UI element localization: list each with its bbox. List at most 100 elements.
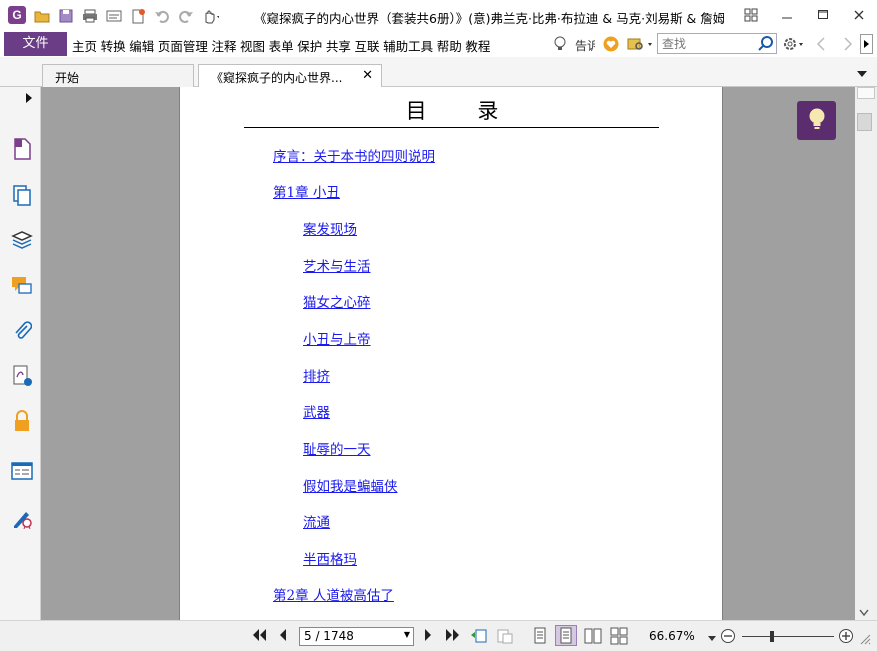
window-title: 《窥探疯子的内心世界（套装共6册）》(意)弗兰克·比弗·布拉迪 & 马克·刘易斯… <box>254 11 724 26</box>
file-menu-button[interactable]: 文件 <box>4 32 67 56</box>
pages-icon[interactable] <box>10 184 34 208</box>
menu-convert[interactable]: 转换 <box>101 36 130 55</box>
previous-view-icon[interactable] <box>470 627 488 649</box>
menu-page-management[interactable]: 页面管理 <box>158 36 212 55</box>
quick-access-toolbar <box>33 7 219 25</box>
toc-divider <box>244 127 659 128</box>
undo-icon[interactable] <box>153 7 171 25</box>
last-page-icon[interactable] <box>444 628 460 646</box>
previous-page-icon[interactable] <box>278 628 288 646</box>
panel-expand-icon[interactable] <box>26 93 32 106</box>
menu-view[interactable]: 视图 <box>240 36 269 55</box>
comments-icon[interactable] <box>10 274 34 298</box>
tab-document[interactable]: 《窥探疯子的内心世界... ✕ <box>198 64 382 87</box>
zoom-in-icon[interactable] <box>838 628 854 648</box>
search-input[interactable] <box>658 34 758 53</box>
zoom-out-icon[interactable] <box>720 628 736 648</box>
menu-comment[interactable]: 注释 <box>211 36 240 55</box>
first-page-icon[interactable] <box>252 628 268 646</box>
open-folder-icon[interactable] <box>33 7 51 25</box>
scroll-down-icon[interactable] <box>859 609 869 620</box>
document-tabs: 开始 《窥探疯子的内心世界... ✕ <box>0 57 877 87</box>
zoom-slider-thumb[interactable] <box>770 631 774 642</box>
toc-link[interactable]: 半西格玛 <box>303 548 357 568</box>
menu-edit[interactable]: 编辑 <box>129 36 158 55</box>
attachment-icon[interactable] <box>10 319 34 343</box>
continuous-facing-view-icon[interactable] <box>610 627 628 649</box>
toc-link[interactable]: 案发现场 <box>303 218 357 238</box>
close-icon[interactable] <box>841 0 877 30</box>
nav-back-icon[interactable] <box>815 37 827 54</box>
tab-start-label: 开始 <box>55 71 80 85</box>
nav-forward-icon[interactable] <box>842 37 854 54</box>
layout-grid-icon[interactable] <box>733 0 769 30</box>
toc-link[interactable]: 序言：关于本书的四则说明 <box>273 145 435 165</box>
toc-link[interactable]: 排挤 <box>303 365 330 385</box>
toc-link[interactable]: 耻辱的一天 <box>303 438 371 458</box>
feedback-heart-icon[interactable] <box>603 36 619 55</box>
layers-icon[interactable] <box>10 229 34 253</box>
page-number-field[interactable]: 5 / 1748 ▼ <box>299 627 414 646</box>
continuous-view-icon[interactable] <box>555 625 577 646</box>
toc-link[interactable]: 猫女之心碎 <box>303 291 371 311</box>
tell-me-label[interactable]: 告诉 <box>575 37 595 54</box>
next-view-icon[interactable] <box>496 627 514 649</box>
app-logo-icon[interactable]: G <box>8 6 26 24</box>
new-document-icon[interactable] <box>129 7 147 25</box>
security-lock-icon[interactable] <box>10 409 34 433</box>
settings-gear-icon[interactable] <box>782 36 806 55</box>
toc-link[interactable]: 艺术与生活 <box>303 255 371 275</box>
search-icon[interactable] <box>758 35 774 54</box>
properties-icon[interactable] <box>105 7 123 25</box>
tab-list-dropdown-icon[interactable] <box>857 67 867 81</box>
tab-close-icon[interactable]: ✕ <box>362 68 373 83</box>
lightbulb-tell-me-icon[interactable] <box>553 36 567 55</box>
smart-tips-button[interactable] <box>797 101 836 140</box>
menu-help[interactable]: 帮助 <box>437 36 466 55</box>
certify-tool-icon[interactable] <box>10 506 34 530</box>
menu-share[interactable]: 共享 <box>326 36 355 55</box>
signature-icon[interactable] <box>10 364 34 388</box>
page-dropdown-icon[interactable]: ▼ <box>404 630 410 639</box>
toc-link[interactable]: 假如我是蝙蝠侠 <box>303 475 398 495</box>
menu-connect[interactable]: 互联 <box>354 36 383 55</box>
minimize-icon[interactable] <box>769 0 805 30</box>
menu-tutorial[interactable]: 教程 <box>465 36 494 55</box>
toc-title: 目 录 <box>405 99 521 123</box>
form-fields-icon[interactable] <box>10 459 34 483</box>
window-controls <box>733 0 877 30</box>
page-number-value: 5 / 1748 <box>304 629 354 643</box>
lightbulb-icon <box>807 107 827 134</box>
menu-protect[interactable]: 保护 <box>297 36 326 55</box>
scroll-top-button[interactable] <box>857 87 875 99</box>
toc-link[interactable]: 流通 <box>303 511 330 531</box>
hand-tool-icon[interactable] <box>201 7 219 25</box>
single-page-view-icon[interactable] <box>533 627 547 649</box>
vertical-scrollbar[interactable] <box>855 87 877 620</box>
zoom-dropdown-icon[interactable] <box>708 631 716 646</box>
zoom-level[interactable]: 66.67% <box>649 629 695 643</box>
resize-grip-icon[interactable] <box>859 633 871 649</box>
zoom-slider-track[interactable] <box>742 636 834 637</box>
maximize-icon[interactable] <box>805 0 841 30</box>
facing-view-icon[interactable] <box>584 627 602 649</box>
toc-link[interactable]: 第2章 人道被高估了 <box>273 584 394 604</box>
save-icon[interactable] <box>57 7 75 25</box>
next-page-icon[interactable] <box>423 628 433 646</box>
redo-icon[interactable] <box>177 7 195 25</box>
scroll-thumb[interactable] <box>857 113 872 131</box>
tab-start[interactable]: 开始 <box>42 64 194 87</box>
toc-link[interactable]: 第1章 小丑 <box>273 181 340 201</box>
tab-document-label: 《窥探疯子的内心世界... <box>211 71 343 85</box>
toc-link[interactable]: 小丑与上帝 <box>303 328 371 348</box>
print-icon[interactable] <box>81 7 99 25</box>
toc-link[interactable]: 武器 <box>303 401 330 421</box>
find-options-icon[interactable] <box>627 36 655 55</box>
ribbon-expand-icon[interactable] <box>860 34 873 54</box>
menu-form[interactable]: 表单 <box>269 36 298 55</box>
document-viewport[interactable]: 目 录 序言：关于本书的四则说明 第1章 小丑 案发现场 艺术与生活 猫女之心碎… <box>41 87 855 620</box>
menu-accessibility[interactable]: 辅助工具 <box>383 36 437 55</box>
page-thumbnail-icon[interactable] <box>10 137 34 161</box>
search-box <box>657 33 777 54</box>
menu-home[interactable]: 主页 <box>72 36 101 55</box>
